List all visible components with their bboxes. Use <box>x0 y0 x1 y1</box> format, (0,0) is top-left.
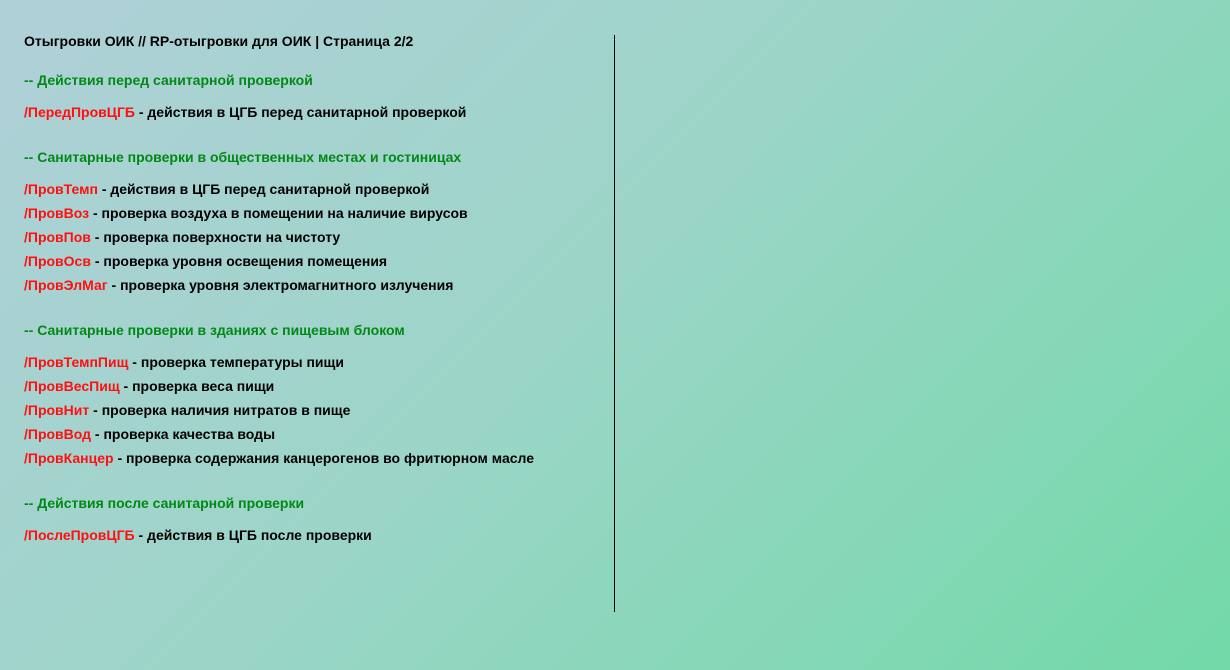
command-row: /ПровВоз - проверка воздуха в помещении … <box>24 204 604 228</box>
section-heading: -- Санитарные проверки в зданиях с пищев… <box>24 322 405 338</box>
section-heading: -- Действия после санитарной проверки <box>24 495 305 511</box>
command-provkancer[interactable]: /ПровКанцер <box>24 450 114 466</box>
command-description: - проверка качества воды <box>91 426 276 442</box>
command-provelmag[interactable]: /ПровЭлМаг <box>24 277 108 293</box>
section-public-places: -- Санитарные проверки в общественных ме… <box>24 148 604 300</box>
command-row: /ПровОсв - проверка уровня освещения пом… <box>24 252 604 276</box>
command-peredprovcgb[interactable]: /ПередПровЦГБ <box>24 104 135 120</box>
section-before-inspection: -- Действия перед санитарной проверкой /… <box>24 71 604 127</box>
command-description: - проверка веса пищи <box>119 378 275 394</box>
command-row: /ПровВод - проверка качества воды <box>24 425 604 449</box>
command-provtemppisch[interactable]: /ПровТемпПищ <box>24 354 128 370</box>
command-provnit[interactable]: /ПровНит <box>24 402 89 418</box>
command-row: /ПровТемпПищ - проверка температуры пищи <box>24 353 604 377</box>
section-heading: -- Санитарные проверки в общественных ме… <box>24 149 462 165</box>
command-description: - проверка уровня освещения помещения <box>90 253 388 269</box>
command-description: - проверка содержания канцерогенов во фр… <box>113 450 535 466</box>
command-description: - проверка воздуха в помещении на наличи… <box>89 205 468 221</box>
command-description: - действия в ЦГБ перед санитарной провер… <box>134 104 467 120</box>
command-posleprovcgb[interactable]: /ПослеПровЦГБ <box>24 527 135 543</box>
command-list: /ПровТемпПищ - проверка температуры пищи… <box>24 353 604 473</box>
command-row: /ПровТемп - действия в ЦГБ перед санитар… <box>24 180 604 204</box>
command-description: - действия в ЦГБ после проверки <box>134 527 372 543</box>
command-description: - действия в ЦГБ перед санитарной провер… <box>97 181 430 197</box>
page-title: Отыгровки ОИК // RP-отыгровки для ОИК | … <box>24 33 414 49</box>
command-description: - проверка температуры пищи <box>128 354 344 370</box>
command-list: /ПередПровЦГБ - действия в ЦГБ перед сан… <box>24 103 604 127</box>
command-row: /ПровВесПищ - проверка веса пищи <box>24 377 604 401</box>
command-row: /ПередПровЦГБ - действия в ЦГБ перед сан… <box>24 103 604 127</box>
command-provvespisch[interactable]: /ПровВесПищ <box>24 378 120 394</box>
vertical-divider <box>614 35 615 612</box>
command-list: /ПослеПровЦГБ - действия в ЦГБ после про… <box>24 526 604 550</box>
section-food-buildings: -- Санитарные проверки в зданиях с пищев… <box>24 321 604 473</box>
command-row: /ПровЭлМаг - проверка уровня электромагн… <box>24 276 604 300</box>
command-provpov[interactable]: /ПровПов <box>24 229 91 245</box>
command-provtemp[interactable]: /ПровТемп <box>24 181 98 197</box>
command-row: /ПровНит - проверка наличия нитратов в п… <box>24 401 604 425</box>
section-heading: -- Действия перед санитарной проверкой <box>24 72 313 88</box>
command-list: /ПровТемп - действия в ЦГБ перед санитар… <box>24 180 604 300</box>
command-row: /ПровКанцер - проверка содержания канцер… <box>24 449 604 473</box>
command-description: - проверка наличия нитратов в пище <box>89 402 351 418</box>
command-provosv[interactable]: /ПровОсв <box>24 253 91 269</box>
command-description: - проверка уровня электромагнитного излу… <box>107 277 454 293</box>
command-provvoz[interactable]: /ПровВоз <box>24 205 89 221</box>
section-after-inspection: -- Действия после санитарной проверки /П… <box>24 494 604 550</box>
command-provvod[interactable]: /ПровВод <box>24 426 91 442</box>
content-panel: Отыгровки ОИК // RP-отыгровки для ОИК | … <box>24 32 604 550</box>
command-row: /ПровПов - проверка поверхности на чисто… <box>24 228 604 252</box>
command-description: - проверка поверхности на чистоту <box>90 229 341 245</box>
command-row: /ПослеПровЦГБ - действия в ЦГБ после про… <box>24 526 604 550</box>
